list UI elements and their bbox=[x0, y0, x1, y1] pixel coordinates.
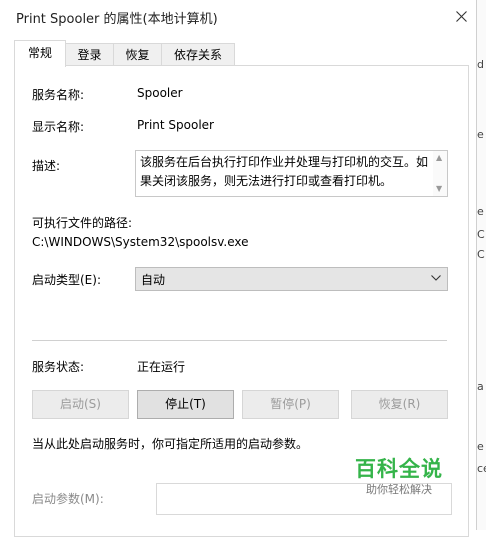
startup-type-label: 启动类型(E): bbox=[32, 273, 101, 287]
bg-text-fragment: ce bbox=[477, 462, 486, 475]
bg-text-fragment: C bbox=[477, 248, 485, 261]
window-title: Print Spooler 的属性(本地计算机) bbox=[16, 12, 218, 27]
bg-text-fragment: e bbox=[477, 128, 484, 141]
chevron-down-icon bbox=[431, 275, 441, 281]
service-status-value: 正在运行 bbox=[137, 360, 186, 374]
service-name-label: 服务名称: bbox=[32, 88, 85, 102]
watermark-title: 百科全说 bbox=[355, 457, 443, 481]
close-icon bbox=[456, 11, 467, 22]
divider bbox=[32, 340, 447, 341]
display-name-label: 显示名称: bbox=[32, 120, 85, 134]
watermark: 百科全说 助你轻松解决 bbox=[351, 456, 447, 498]
bg-text-fragment: d bbox=[477, 58, 484, 71]
exec-path-label: 可执行文件的路径: bbox=[32, 216, 133, 230]
description-scrollbar[interactable]: ▲ ▼ bbox=[433, 151, 447, 196]
start-button[interactable]: 启动(S) bbox=[32, 390, 129, 419]
bg-text-fragment: C bbox=[477, 228, 485, 241]
stop-button[interactable]: 停止(T) bbox=[137, 390, 234, 419]
background-window-edge: d e e C C a e ce bbox=[477, 0, 486, 530]
description-label: 描述: bbox=[32, 159, 61, 173]
scroll-down-icon[interactable]: ▼ bbox=[436, 184, 442, 193]
title-bar: Print Spooler 的属性(本地计算机) bbox=[0, 0, 476, 32]
watermark-subtitle: 助你轻松解决 bbox=[366, 483, 432, 496]
exec-path-value: C:\WINDOWS\System32\spoolsv.exe bbox=[32, 235, 249, 249]
bg-text-fragment: e bbox=[477, 205, 484, 218]
tab-general[interactable]: 常规 bbox=[14, 40, 66, 67]
pause-button[interactable]: 暂停(P) bbox=[242, 390, 339, 419]
tab-dependencies[interactable]: 依存关系 bbox=[161, 43, 235, 66]
display-name-value: Print Spooler bbox=[137, 118, 214, 132]
close-button[interactable] bbox=[446, 2, 476, 30]
properties-dialog: Print Spooler 的属性(本地计算机) 常规 登录 恢复 依存关系 服… bbox=[0, 0, 477, 537]
start-params-hint: 当从此处启动服务时，你可指定所适用的启动参数。 bbox=[32, 437, 309, 451]
start-params-label: 启动参数(M): bbox=[32, 492, 104, 506]
scroll-up-icon[interactable]: ▲ bbox=[436, 153, 442, 162]
tab-logon[interactable]: 登录 bbox=[65, 43, 114, 66]
resume-button[interactable]: 恢复(R) bbox=[351, 390, 448, 419]
description-text: 该服务在后台执行打印作业并处理与打印机的交互。如果关闭该服务，则无法进行打印或查… bbox=[140, 155, 429, 188]
service-name-value: Spooler bbox=[137, 86, 183, 100]
startup-type-value: 自动 bbox=[141, 273, 166, 287]
description-box[interactable]: 该服务在后台执行打印作业并处理与打印机的交互。如果关闭该服务，则无法进行打印或查… bbox=[135, 150, 448, 197]
startup-type-select[interactable]: 自动 bbox=[135, 267, 448, 291]
bg-text-fragment: a bbox=[477, 380, 484, 393]
bg-text-fragment: e bbox=[477, 440, 484, 453]
service-status-label: 服务状态: bbox=[32, 360, 85, 374]
tab-recovery[interactable]: 恢复 bbox=[113, 43, 162, 66]
